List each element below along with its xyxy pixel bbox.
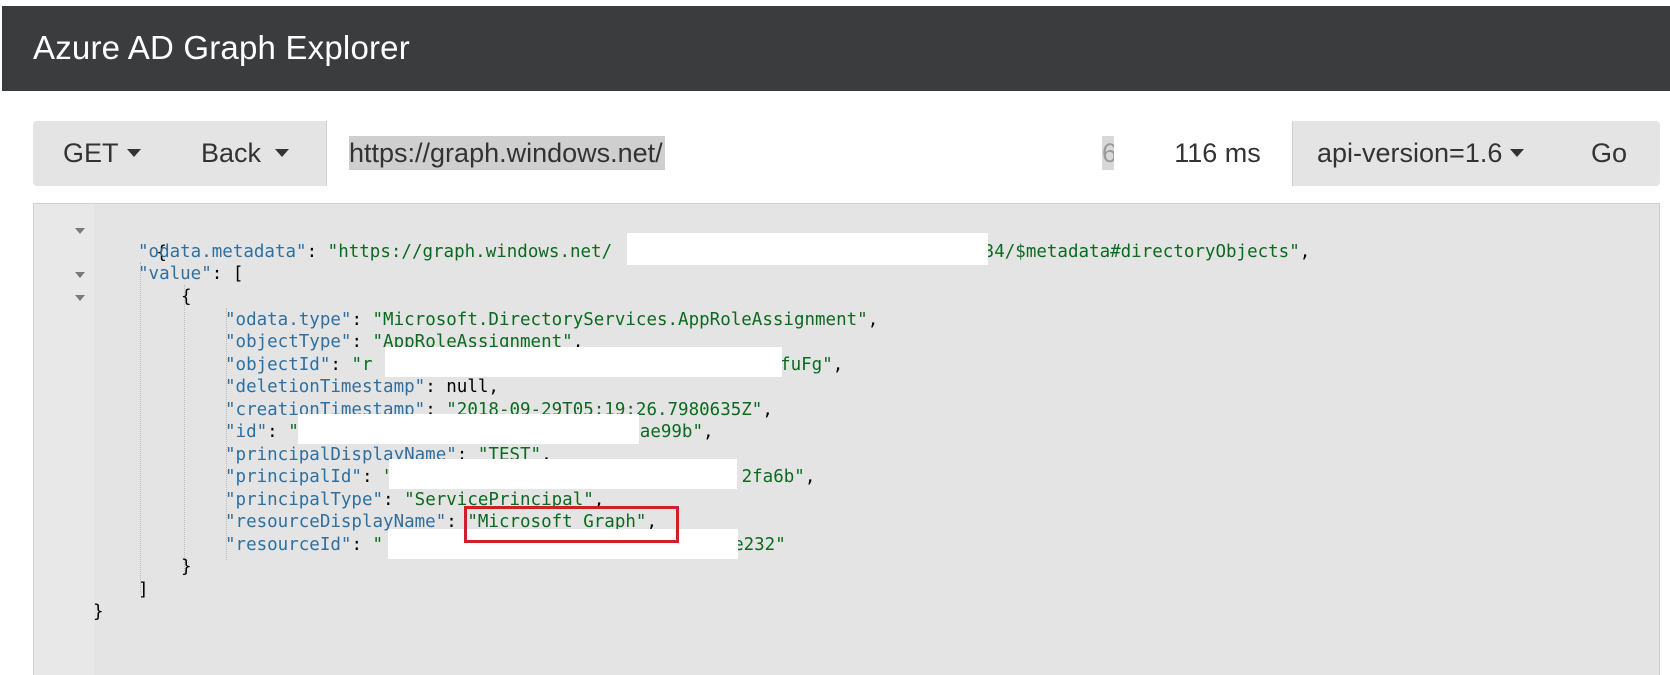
chevron-down-icon: [1510, 148, 1525, 157]
chevron-down-icon: [126, 148, 141, 157]
json-line: }: [181, 555, 192, 579]
editor-gutter: [34, 204, 94, 675]
redaction-block: [389, 459, 737, 489]
chevron-down-icon: [275, 148, 290, 157]
json-value: 634/$metadata#directoryObjects": [973, 242, 1300, 262]
json-line: ]: [138, 578, 149, 602]
response-time: 116 ms: [1143, 121, 1293, 186]
json-value: "https://graph.windows.net/: [327, 242, 613, 262]
json-comma: ,: [804, 467, 816, 487]
json-key: "odata.type": [225, 310, 352, 330]
json-line: {: [93, 217, 167, 263]
fold-toggle-icon[interactable]: [75, 295, 85, 301]
indent-guide: [184, 285, 185, 573]
json-comma: ,: [488, 377, 499, 397]
json-key: "objectId": [225, 355, 331, 375]
json-line: }: [93, 600, 104, 624]
url-input-overflow-text: 6: [1102, 136, 1114, 170]
json-value: e232": [733, 535, 786, 555]
fold-toggle-icon[interactable]: [75, 228, 85, 234]
url-input-value: https://graph.windows.net/: [349, 136, 665, 170]
graph-explorer-app: Azure AD Graph Explorer GET Back https:/…: [0, 0, 1670, 675]
json-comma: ,: [832, 355, 844, 375]
json-value: ": [372, 535, 384, 555]
app-title: Azure AD Graph Explorer: [33, 29, 410, 66]
json-open-bracket: [: [232, 264, 244, 284]
json-key: "resourceId": [225, 535, 352, 555]
json-comma: ,: [762, 400, 773, 420]
json-key: "principalType": [225, 490, 384, 510]
fold-toggle-icon[interactable]: [75, 272, 85, 278]
json-response-viewer[interactable]: { "odata.metadata": "https://graph.windo…: [33, 203, 1660, 675]
json-key: "odata.metadata": [138, 242, 307, 262]
json-object-close: }: [181, 557, 192, 577]
json-value: "r: [351, 355, 373, 375]
back-dropdown[interactable]: Back: [201, 121, 290, 186]
json-close-brace: }: [93, 602, 104, 622]
go-button[interactable]: Go: [1591, 121, 1627, 186]
request-toolbar: GET Back https://graph.windows.net/ 6 11…: [33, 121, 1660, 186]
json-value: 2fa6b": [741, 467, 805, 487]
indent-guide: [140, 262, 141, 594]
back-label: Back: [201, 138, 262, 168]
json-line: "odata.type": "Microsoft.DirectoryServic…: [225, 310, 879, 330]
json-object-open: {: [181, 287, 192, 307]
http-method-label: GET: [63, 138, 119, 168]
json-value: "Microsoft.DirectoryServices.AppRoleAssi…: [372, 310, 868, 330]
json-key: "principalId": [225, 467, 362, 487]
json-key: "deletionTimestamp": [225, 377, 426, 397]
json-key: "id": [225, 422, 268, 442]
redaction-block: [385, 347, 782, 377]
json-line: "value": [: [138, 264, 244, 284]
app-header: Azure AD Graph Explorer: [2, 6, 1670, 91]
json-close-bracket: ]: [138, 580, 149, 600]
highlight-box: [464, 506, 679, 543]
json-key: "objectType": [225, 332, 352, 352]
json-key: "value": [138, 264, 212, 284]
redaction-block: [298, 414, 639, 444]
api-version-label: api-version=1.6: [1317, 138, 1503, 168]
json-line: "deletionTimestamp": null,: [225, 377, 499, 397]
redaction-block: [627, 233, 988, 265]
json-value: null: [446, 377, 489, 397]
http-method-dropdown[interactable]: GET: [63, 121, 141, 186]
json-line: {: [181, 285, 192, 309]
json-comma: ,: [867, 310, 879, 330]
json-value: ae99b": [639, 422, 703, 442]
api-version-dropdown[interactable]: api-version=1.6: [1317, 121, 1525, 186]
json-comma: ,: [703, 422, 714, 442]
